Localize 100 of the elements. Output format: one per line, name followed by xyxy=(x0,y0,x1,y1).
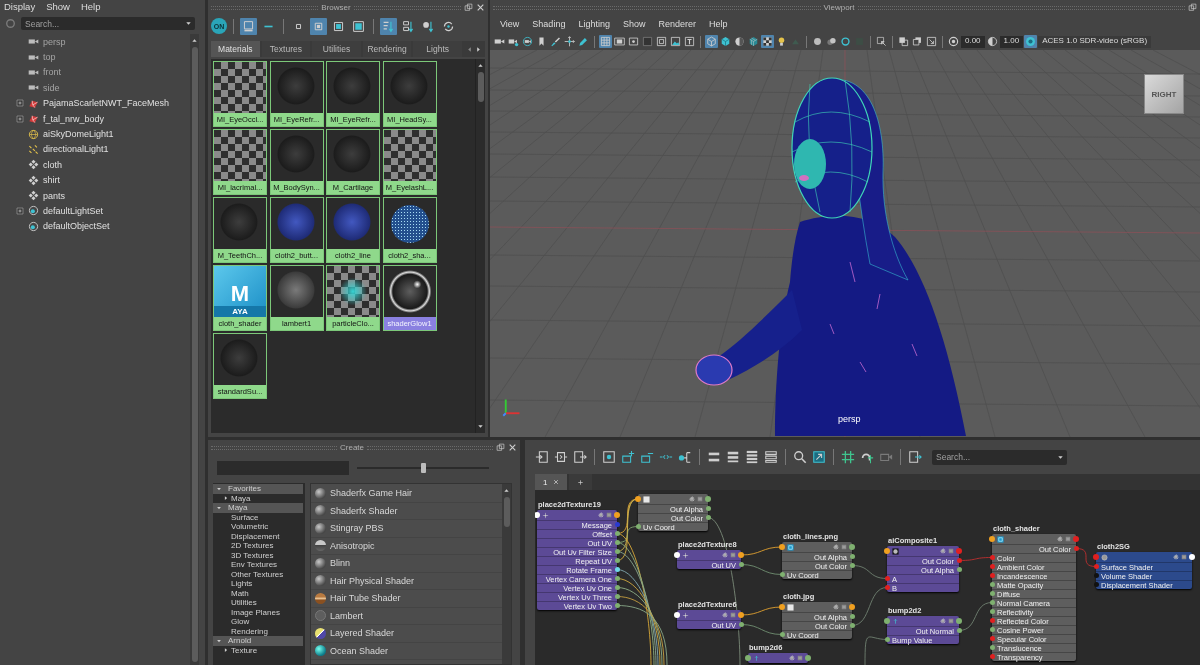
input-output-connections-button[interactable] xyxy=(553,449,569,465)
port-icon[interactable] xyxy=(849,544,855,550)
menu-item[interactable]: Help xyxy=(80,1,101,12)
port-icon[interactable] xyxy=(779,572,785,577)
gear-icon[interactable] xyxy=(598,512,604,518)
shader-item[interactable]: Hair Tube Shader xyxy=(311,590,502,608)
category-item[interactable]: 3D Textures xyxy=(231,550,274,560)
scrollbar[interactable] xyxy=(475,59,485,433)
expand-icon[interactable] xyxy=(16,207,24,215)
overlap-squares-icon[interactable] xyxy=(464,3,473,12)
search-field[interactable]: Search... xyxy=(21,17,182,30)
port-icon[interactable] xyxy=(705,496,711,502)
port-icon[interactable] xyxy=(989,609,995,614)
port-icon[interactable] xyxy=(779,632,785,637)
half-circle-button[interactable] xyxy=(985,35,999,48)
tab[interactable]: Utilities xyxy=(312,41,361,57)
shader-item[interactable]: Hair Physical Shader xyxy=(311,572,502,590)
outliner-item[interactable]: defaultObjectSet xyxy=(43,221,110,232)
frame-arrow-button[interactable] xyxy=(907,449,923,465)
port-icon[interactable] xyxy=(635,524,641,529)
expand-arrow-icon[interactable] xyxy=(216,504,222,511)
shader-item[interactable]: Layered Shader xyxy=(311,625,502,643)
menu-item[interactable]: Renderer xyxy=(658,19,696,29)
port-icon[interactable] xyxy=(884,637,890,642)
port-icon[interactable] xyxy=(989,582,995,587)
dropdown-button[interactable] xyxy=(182,17,195,30)
overlap-squares-button[interactable] xyxy=(897,35,910,48)
port-icon[interactable] xyxy=(805,655,811,661)
port-icon[interactable] xyxy=(614,512,620,518)
close-icon[interactable] xyxy=(508,443,517,452)
collapse-icon[interactable] xyxy=(606,512,612,518)
outliner-item[interactable]: cloth xyxy=(43,159,62,170)
grid-snap-button[interactable] xyxy=(840,449,856,465)
gear-icon[interactable] xyxy=(940,618,946,624)
port-icon[interactable] xyxy=(956,618,962,624)
gear-icon[interactable] xyxy=(833,544,839,550)
image-plane-button[interactable] xyxy=(669,35,682,48)
port-icon[interactable] xyxy=(745,655,751,661)
menu-item[interactable]: Help xyxy=(708,19,728,29)
gear-icon[interactable] xyxy=(833,604,839,610)
value-field[interactable]: 1.00 xyxy=(999,35,1024,48)
menu-item[interactable]: Show xyxy=(622,19,646,29)
list-custom-button[interactable] xyxy=(763,449,779,465)
frame-all-button[interactable] xyxy=(601,449,617,465)
category-header[interactable]: Maya xyxy=(213,503,303,513)
slider-thumb[interactable] xyxy=(420,463,426,473)
small-square-button[interactable] xyxy=(310,17,327,35)
outliner-item[interactable]: directionalLight1 xyxy=(43,144,109,155)
scroll-right-icon[interactable] xyxy=(474,45,482,53)
scroll-up-icon[interactable] xyxy=(477,62,484,69)
sphere-pair-button[interactable] xyxy=(825,35,838,48)
outliner-item[interactable]: front xyxy=(43,67,61,78)
tab[interactable]: 1 xyxy=(535,474,568,490)
category-header[interactable]: Favorites xyxy=(213,484,303,494)
node-connect-button[interactable] xyxy=(677,449,693,465)
gear-icon[interactable] xyxy=(940,548,946,554)
scrollbar-thumb[interactable] xyxy=(477,72,484,102)
tab[interactable]: Materials xyxy=(211,41,260,57)
expand-arrow-icon[interactable] xyxy=(216,637,222,644)
category-item[interactable]: 2D Textures xyxy=(231,541,274,551)
port-icon[interactable] xyxy=(849,604,855,610)
category-item[interactable]: Glow xyxy=(231,617,250,627)
menu-item[interactable]: Shading xyxy=(532,19,566,29)
menu-item[interactable]: Lighting xyxy=(578,19,610,29)
film-gate-button[interactable] xyxy=(613,35,626,48)
expand-arrow-icon[interactable] xyxy=(216,485,222,492)
category-item[interactable]: Other Textures xyxy=(231,569,284,579)
input-connections-button[interactable] xyxy=(534,449,550,465)
expand-arrow-icon[interactable] xyxy=(223,647,229,654)
value-field[interactable]: 0.00 xyxy=(961,35,985,48)
port-icon[interactable] xyxy=(989,627,995,632)
gear-icon[interactable] xyxy=(1057,536,1063,542)
gear-icon[interactable] xyxy=(1173,554,1179,560)
list-full-button[interactable] xyxy=(744,449,760,465)
close-icon[interactable] xyxy=(553,479,560,485)
menu-item[interactable]: Show xyxy=(46,1,70,12)
shaded-ball-button[interactable] xyxy=(733,35,746,48)
scroll-up-icon[interactable] xyxy=(191,37,198,44)
port-icon[interactable] xyxy=(989,645,995,650)
new-tab-button[interactable] xyxy=(569,474,593,490)
category-item[interactable]: Math xyxy=(231,588,249,598)
outliner-item[interactable]: side xyxy=(43,82,60,93)
gear-icon[interactable] xyxy=(722,552,728,558)
outliner-item[interactable]: defaultLightSet xyxy=(43,206,104,216)
filter-field[interactable] xyxy=(217,461,349,475)
shader-item[interactable]: Shaderfx Shader xyxy=(311,502,502,520)
collapse-icon[interactable] xyxy=(797,655,803,661)
category-item[interactable]: Image Planes xyxy=(231,607,280,617)
port-icon[interactable] xyxy=(989,600,995,605)
close-icon[interactable] xyxy=(476,3,485,12)
category-item[interactable]: Maya xyxy=(231,493,251,503)
tile-view-button[interactable] xyxy=(240,17,257,35)
category-item[interactable]: Rendering xyxy=(231,626,268,636)
aperture-button[interactable] xyxy=(947,35,960,48)
scrollbar-thumb[interactable] xyxy=(191,47,198,662)
sort-name-button[interactable] xyxy=(380,17,397,35)
collapse-icon[interactable] xyxy=(730,612,736,618)
overlap-squares-icon[interactable] xyxy=(1188,3,1197,12)
port-icon[interactable] xyxy=(738,552,744,558)
ring-button[interactable] xyxy=(839,35,852,48)
